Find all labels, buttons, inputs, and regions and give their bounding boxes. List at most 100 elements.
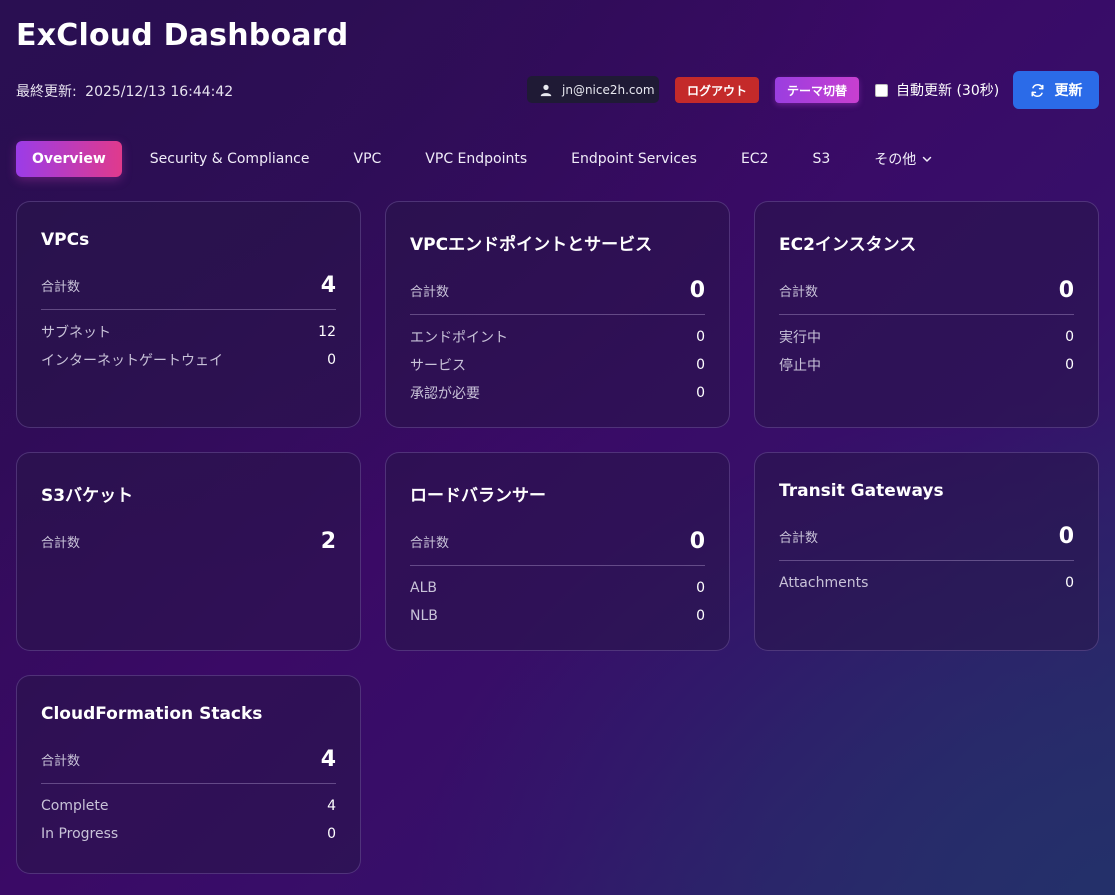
- total-row: 合計数 0: [779, 521, 1074, 551]
- stat-label: ALB: [410, 580, 437, 596]
- stat-row: NLB 0: [410, 602, 705, 630]
- stat-row: 承認が必要 0: [410, 379, 705, 407]
- stat-row: サブネット 12: [41, 318, 336, 346]
- total-value: 4: [320, 272, 336, 298]
- stat-value: 0: [1065, 357, 1074, 373]
- card-s3: S3バケット 合計数 2: [16, 452, 361, 651]
- tab-security-compliance[interactable]: Security & Compliance: [128, 141, 332, 177]
- theme-toggle-button[interactable]: テーマ切替: [775, 77, 859, 103]
- total-row: 合計数 4: [41, 744, 336, 774]
- stat-value: 0: [696, 608, 705, 624]
- card-title: Transit Gateways: [779, 481, 944, 501]
- tab-more-label: その他: [874, 152, 917, 168]
- divider: [410, 314, 705, 315]
- card-vpc-endpoints: VPCエンドポイントとサービス 合計数 0 エンドポイント 0 サービス 0 承…: [385, 201, 730, 428]
- card-title: CloudFormation Stacks: [41, 704, 263, 724]
- last-updated: 最終更新: 2025/12/13 16:44:42: [16, 81, 233, 101]
- stat-value: 0: [1065, 575, 1074, 591]
- auto-refresh-checkbox[interactable]: [875, 83, 888, 97]
- stat-row: 実行中 0: [779, 323, 1074, 351]
- stat-value: 0: [696, 357, 705, 373]
- refresh-icon: [1031, 83, 1044, 97]
- total-row: 合計数 4: [41, 270, 336, 300]
- refresh-button[interactable]: 更新: [1013, 71, 1099, 109]
- total-row: 合計数 0: [410, 526, 705, 556]
- tab-ec2[interactable]: EC2: [719, 141, 791, 177]
- stat-value: 0: [696, 385, 705, 401]
- stat-row: 停止中 0: [779, 351, 1074, 379]
- stat-row: ALB 0: [410, 574, 705, 602]
- auto-refresh-toggle[interactable]: 自動更新 (30秒): [875, 80, 999, 100]
- stat-row: Attachments 0: [779, 569, 1074, 597]
- auto-refresh-label: 自動更新 (30秒): [896, 83, 1000, 99]
- total-value: 0: [689, 277, 705, 303]
- stat-label: エンドポイント: [410, 330, 508, 346]
- card-title: VPCs: [41, 230, 90, 250]
- last-updated-value: 2025/12/13 16:44:42: [85, 84, 234, 100]
- stat-label: NLB: [410, 608, 438, 624]
- stat-row: In Progress 0: [41, 820, 336, 848]
- divider: [779, 560, 1074, 561]
- total-row: 合計数 0: [410, 275, 705, 305]
- stat-label: Complete: [41, 798, 109, 814]
- total-label: 合計数: [779, 530, 819, 546]
- total-label: 合計数: [41, 279, 81, 295]
- total-value: 2: [320, 528, 336, 554]
- page-title: ExCloud Dashboard: [16, 18, 349, 53]
- logout-button[interactable]: ログアウト: [675, 77, 759, 103]
- card-ec2: EC2インスタンス 合計数 0 実行中 0 停止中 0: [754, 201, 1099, 428]
- stat-label: Attachments: [779, 575, 869, 591]
- stat-row: サービス 0: [410, 351, 705, 379]
- total-value: 0: [1058, 523, 1074, 549]
- main-tabs: Overview Security & Compliance VPC VPC E…: [16, 141, 954, 177]
- total-row: 合計数 0: [779, 275, 1074, 305]
- user-icon: [540, 84, 552, 96]
- stat-label: 実行中: [779, 330, 821, 346]
- total-label: 合計数: [410, 284, 450, 300]
- stat-label: サブネット: [41, 325, 111, 341]
- tab-endpoint-services[interactable]: Endpoint Services: [549, 141, 719, 177]
- stat-value: 12: [318, 324, 336, 340]
- stat-value: 0: [696, 329, 705, 345]
- tab-overview[interactable]: Overview: [16, 141, 122, 177]
- tab-vpc[interactable]: VPC: [332, 141, 404, 177]
- stat-value: 4: [327, 798, 336, 814]
- user-email: jn@nice2h.com: [562, 82, 655, 97]
- card-title: VPCエンドポイントとサービス: [410, 235, 653, 255]
- stat-row: エンドポイント 0: [410, 323, 705, 351]
- stat-value: 0: [327, 826, 336, 842]
- card-transit-gateways: Transit Gateways 合計数 0 Attachments 0: [754, 452, 1099, 651]
- tab-vpc-endpoints[interactable]: VPC Endpoints: [403, 141, 549, 177]
- total-label: 合計数: [410, 535, 450, 551]
- divider: [41, 309, 336, 310]
- tab-s3[interactable]: S3: [790, 141, 852, 177]
- total-label: 合計数: [41, 535, 81, 551]
- total-label: 合計数: [41, 753, 81, 769]
- card-load-balancers: ロードバランサー 合計数 0 ALB 0 NLB 0: [385, 452, 730, 651]
- stat-label: 停止中: [779, 358, 821, 374]
- stat-value: 0: [696, 580, 705, 596]
- total-value: 4: [320, 746, 336, 772]
- divider: [410, 565, 705, 566]
- stat-row: Complete 4: [41, 792, 336, 820]
- stat-label: 承認が必要: [410, 386, 480, 402]
- chevron-down-icon: [923, 156, 932, 162]
- total-value: 0: [689, 528, 705, 554]
- card-title: S3バケット: [41, 486, 134, 506]
- total-row: 合計数 2: [41, 526, 336, 556]
- card-vpcs: VPCs 合計数 4 サブネット 12 インターネットゲートウェイ 0: [16, 201, 361, 428]
- refresh-label: 更新: [1054, 83, 1083, 99]
- divider: [779, 314, 1074, 315]
- total-label: 合計数: [779, 284, 819, 300]
- user-badge[interactable]: jn@nice2h.com: [527, 76, 659, 103]
- stat-value: 0: [1065, 329, 1074, 345]
- stat-label: サービス: [410, 358, 466, 374]
- stat-label: インターネットゲートウェイ: [41, 353, 223, 369]
- last-updated-label: 最終更新:: [16, 84, 77, 100]
- card-title: EC2インスタンス: [779, 235, 917, 255]
- stat-row: インターネットゲートウェイ 0: [41, 346, 336, 374]
- divider: [41, 783, 336, 784]
- total-value: 0: [1058, 277, 1074, 303]
- tab-more[interactable]: その他: [852, 141, 954, 177]
- stat-label: In Progress: [41, 826, 119, 842]
